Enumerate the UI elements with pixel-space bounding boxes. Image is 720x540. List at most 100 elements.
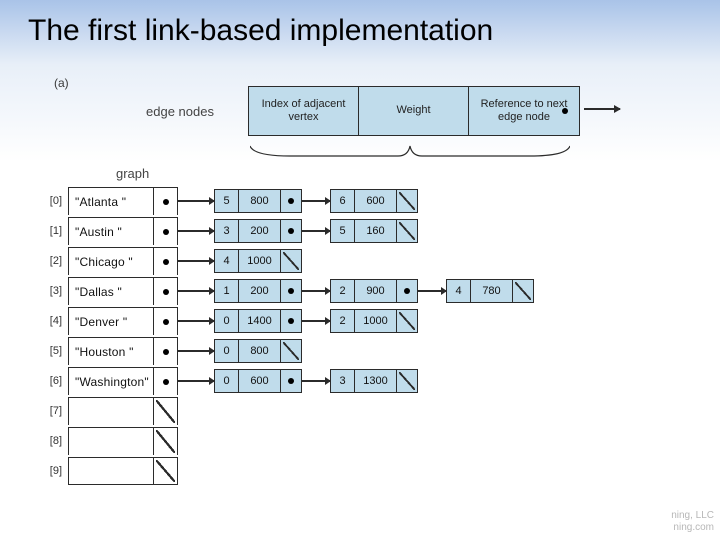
- arrow-icon: [302, 320, 330, 322]
- edge-next-pointer: [281, 250, 301, 272]
- watermark: ning, LLC ning.com: [671, 510, 714, 534]
- table-row: [8]: [40, 426, 534, 456]
- arrow-icon: [178, 230, 214, 232]
- edge-node: 0800: [214, 339, 302, 363]
- arrow-icon: [178, 350, 214, 352]
- edge-next-pointer: [397, 220, 417, 242]
- pointer-dot-icon: [163, 349, 169, 355]
- null-icon: [397, 370, 417, 392]
- table-row: [7]: [40, 396, 534, 426]
- edge-node: 31300: [330, 369, 418, 393]
- edge-weight: 800: [239, 190, 281, 212]
- arrow-icon: [178, 260, 214, 262]
- vertex-pointer: [153, 338, 177, 365]
- pointer-dot-icon: [163, 379, 169, 385]
- edge-weight: 1000: [355, 310, 397, 332]
- edge-node: 4780: [446, 279, 534, 303]
- arrow-icon: [418, 290, 446, 292]
- edge-index: 6: [331, 190, 355, 212]
- vertex-cell: "Dallas ": [68, 277, 178, 305]
- edge-next-pointer: [281, 340, 301, 362]
- table-row: [1]"Austin "32005160: [40, 216, 534, 246]
- edge-index: 0: [215, 340, 239, 362]
- row-index: [6]: [40, 375, 68, 387]
- legend-col-index: Index of adjacent vertex: [249, 87, 359, 135]
- table-row: [2]"Chicago " 41000: [40, 246, 534, 276]
- row-index: [3]: [40, 285, 68, 297]
- legend-box: Index of adjacent vertex Weight Referenc…: [248, 86, 580, 136]
- pointer-dot-icon: [404, 288, 410, 294]
- vertex-cell: "Austin ": [68, 217, 178, 245]
- edge-node: 0600: [214, 369, 302, 393]
- vertex-table: [0]"Atlanta "58006600[1]"Austin "3200516…: [40, 186, 534, 486]
- pointer-dot-icon: [288, 378, 294, 384]
- edge-index: 0: [215, 370, 239, 392]
- pointer-dot-icon: [288, 318, 294, 324]
- edge-next-pointer: [281, 220, 301, 242]
- row-index: [2]: [40, 255, 68, 267]
- vertex-pointer: [153, 398, 177, 425]
- vertex-name: "Houston ": [69, 345, 153, 359]
- vertex-pointer: [153, 368, 177, 395]
- arrow-icon: [178, 320, 214, 322]
- row-index: [0]: [40, 195, 68, 207]
- edge-index: 5: [331, 220, 355, 242]
- legend-col-next: Reference to next edge node: [469, 87, 579, 135]
- graph-label: graph: [116, 166, 149, 181]
- vertex-name: "Atlanta ": [69, 195, 153, 209]
- vertex-pointer: [153, 248, 177, 275]
- row-index: [5]: [40, 345, 68, 357]
- edge-node: 2900: [330, 279, 418, 303]
- edge-node: 6600: [330, 189, 418, 213]
- vertex-cell: "Houston ": [68, 337, 178, 365]
- vertex-name: "Washington": [69, 375, 153, 389]
- pointer-dot-icon: [288, 228, 294, 234]
- vertex-cell: [68, 397, 178, 425]
- arrow-icon: [302, 230, 330, 232]
- vertex-pointer: [153, 278, 177, 305]
- edge-next-pointer: [513, 280, 533, 302]
- pointer-dot-icon: [288, 198, 294, 204]
- vertex-pointer: [153, 188, 177, 215]
- edge-index: 3: [215, 220, 239, 242]
- edge-next-pointer: [397, 310, 417, 332]
- vertex-cell: "Chicago ": [68, 247, 178, 275]
- table-row: [0]"Atlanta " 5800 6600: [40, 186, 534, 216]
- edge-weight: 200: [239, 280, 281, 302]
- null-icon: [154, 428, 177, 455]
- edge-weight: 1000: [239, 250, 281, 272]
- null-icon: [281, 250, 301, 272]
- edge-weight: 800: [239, 340, 281, 362]
- null-icon: [397, 220, 417, 242]
- vertex-cell: [68, 427, 178, 455]
- edge-node: 5160: [330, 219, 418, 243]
- vertex-pointer: [153, 458, 177, 484]
- edge-next-pointer: [281, 190, 301, 212]
- edge-node: 5800: [214, 189, 302, 213]
- pointer-dot-icon: [163, 199, 169, 205]
- edge-node: 3200: [214, 219, 302, 243]
- arrow-icon: [178, 200, 214, 202]
- edge-next-pointer: [397, 370, 417, 392]
- edge-weight: 160: [355, 220, 397, 242]
- edge-next-pointer: [281, 280, 301, 302]
- table-row: [6]"Washington" 0600 31300: [40, 366, 534, 396]
- subfigure-label: (a): [54, 76, 69, 90]
- vertex-name: "Dallas ": [69, 285, 153, 299]
- row-index: [7]: [40, 405, 68, 417]
- edge-node: 21000: [330, 309, 418, 333]
- null-icon: [397, 190, 417, 212]
- vertex-pointer: [153, 428, 177, 455]
- edge-index: 4: [215, 250, 239, 272]
- vertex-pointer: [153, 218, 177, 245]
- edge-index: 0: [215, 310, 239, 332]
- edge-weight: 1300: [355, 370, 397, 392]
- legend-edge-nodes-label: edge nodes: [146, 104, 214, 119]
- row-index: [9]: [40, 465, 68, 477]
- legend-pointer-dot: [562, 108, 568, 114]
- vertex-cell: "Denver ": [68, 307, 178, 335]
- null-icon: [281, 340, 301, 362]
- table-row: [5]"Houston " 0800: [40, 336, 534, 366]
- vertex-name: "Chicago ": [69, 255, 153, 269]
- null-icon: [154, 398, 177, 425]
